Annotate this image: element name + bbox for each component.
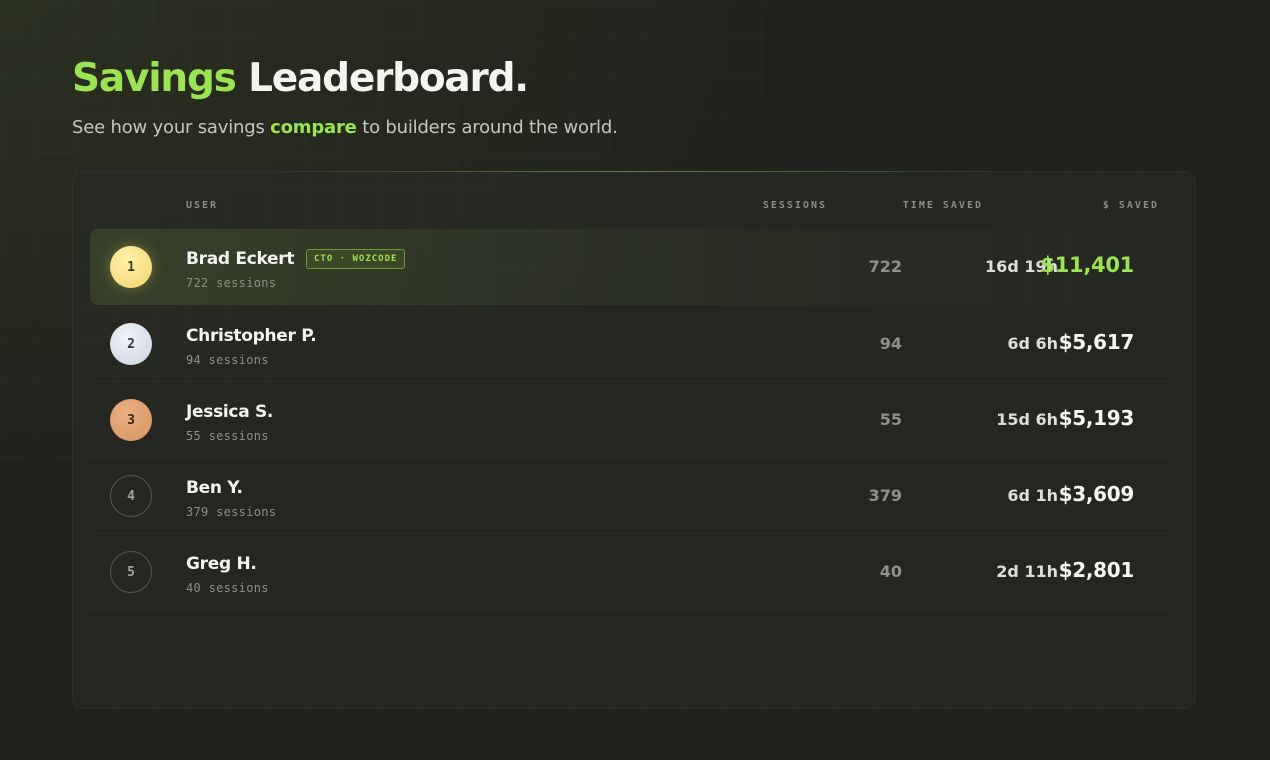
leaderboard-row[interactable]: 1 Brad Eckert CTO · WOZCODE 722 sessions… [90, 229, 1168, 305]
dollars-saved-value: $5,193 [1058, 406, 1135, 430]
time-saved-value: 2d 11h [996, 562, 1058, 581]
time-saved-value: 6d 1h [1007, 486, 1058, 505]
dollars-saved-value: $2,801 [1058, 558, 1135, 582]
title-rest: Leaderboard. [248, 56, 529, 101]
column-header-time-saved: TIME SAVED [902, 200, 983, 211]
rank-badge: 5 [110, 551, 152, 593]
leaderboard-row[interactable]: 4 Ben Y. 379 sessions 379 6d 1h $3,609 [90, 458, 1168, 534]
user-name: Brad Eckert [186, 249, 295, 269]
time-saved-value: 15d 6h [996, 410, 1058, 429]
sessions-value: 379 [868, 486, 902, 505]
page-title: Savings Leaderboard. [72, 56, 529, 102]
user-session-count: 55 sessions [186, 429, 269, 443]
leaderboard-row[interactable]: 3 Jessica S. 55 sessions 55 15d 6h $5,19… [90, 382, 1168, 458]
user-name: Christopher P. [186, 326, 317, 346]
subtitle-after: to builders around the world. [362, 117, 618, 138]
sessions-value: 94 [879, 334, 902, 353]
leaderboard-row[interactable]: 5 Greg H. 40 sessions 40 2d 11h $2,801 [90, 534, 1168, 610]
dollars-saved-value: $3,609 [1058, 482, 1135, 506]
user-name: Ben Y. [186, 478, 243, 498]
sessions-value: 40 [879, 562, 902, 581]
user-name: Jessica S. [186, 402, 274, 422]
sessions-value: 722 [868, 257, 902, 276]
sessions-value: 55 [879, 410, 902, 429]
dollars-saved-value: $5,617 [1058, 330, 1135, 354]
column-header-dollars-saved: $ SAVED [1102, 200, 1159, 211]
rank-badge-gold: 1 [110, 246, 152, 288]
table-header: USER SESSIONS TIME SAVED $ SAVED [73, 200, 1195, 216]
time-saved-value: 6d 6h [1007, 334, 1058, 353]
title-accent: Savings [72, 56, 237, 101]
user-name: Greg H. [186, 554, 257, 574]
column-header-sessions: SESSIONS [762, 200, 827, 211]
subtitle-before: See how your savings [72, 117, 265, 138]
dollars-saved-value: $11,401 [1040, 253, 1134, 277]
rank-badge-silver: 2 [110, 323, 152, 365]
user-session-count: 379 sessions [186, 505, 277, 519]
subtitle-accent: compare [270, 117, 357, 138]
leaderboard-row[interactable]: 2 Christopher P. 94 sessions 94 6d 6h $5… [90, 306, 1168, 382]
card-accent-line [273, 171, 995, 172]
column-header-user: USER [186, 200, 219, 211]
page-subtitle: See how your savings compare to builders… [72, 116, 618, 140]
rank-badge: 4 [110, 475, 152, 517]
user-session-count: 94 sessions [186, 353, 269, 367]
user-session-count: 40 sessions [186, 581, 269, 595]
role-tag: CTO · WOZCODE [306, 249, 406, 269]
leaderboard-card: USER SESSIONS TIME SAVED $ SAVED 1 Brad … [72, 171, 1196, 709]
rank-badge-bronze: 3 [110, 399, 152, 441]
user-session-count: 722 sessions [186, 276, 277, 290]
